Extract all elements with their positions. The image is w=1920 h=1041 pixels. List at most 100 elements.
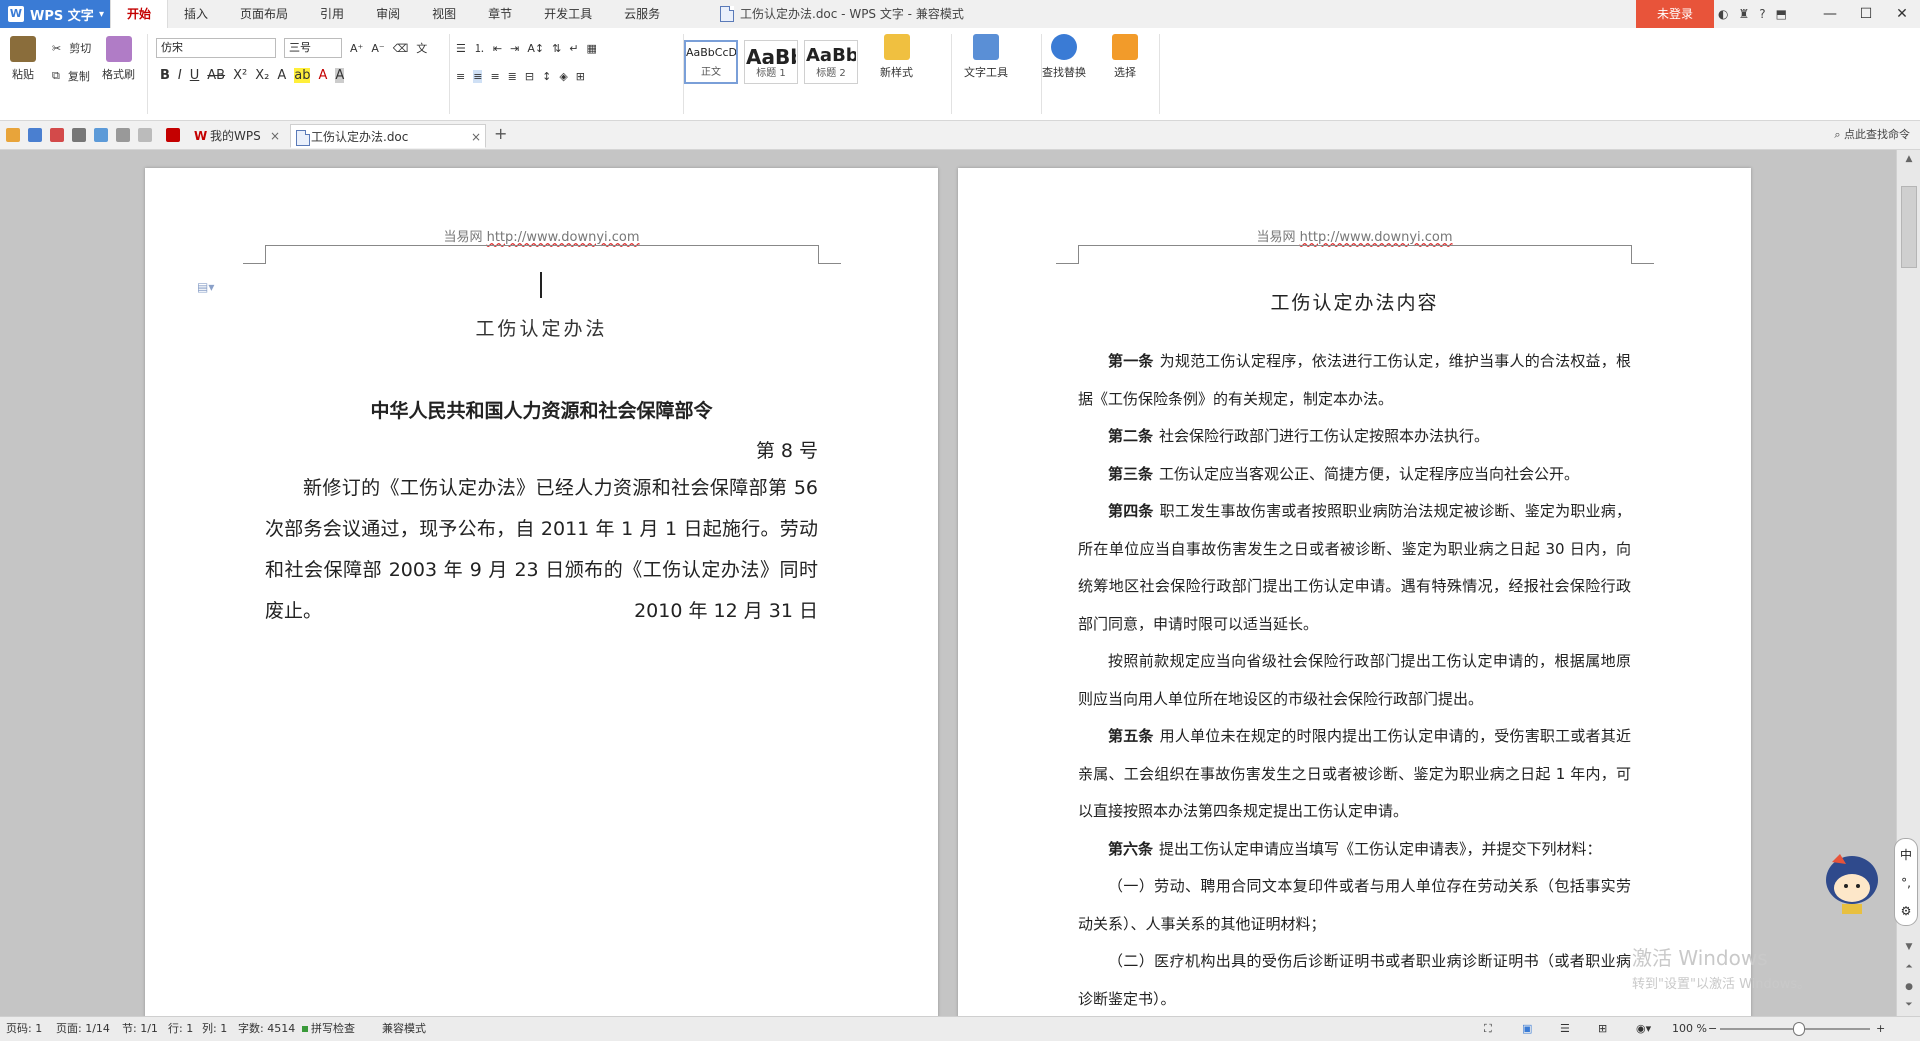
- tab-insert[interactable]: 插入: [168, 0, 224, 28]
- redo-icon[interactable]: [138, 128, 152, 142]
- paste-button[interactable]: 粘贴: [10, 36, 36, 82]
- full-screen-icon[interactable]: ⛶: [1484, 1017, 1492, 1041]
- text-direction-icon[interactable]: A↕: [527, 42, 544, 55]
- subscript-icon[interactable]: X₂: [255, 68, 269, 83]
- copy-button[interactable]: ⧉ 复制: [52, 68, 90, 84]
- decrease-indent-icon[interactable]: ⇤: [493, 42, 502, 55]
- tab-review[interactable]: 审阅: [360, 0, 416, 28]
- close-tab-icon[interactable]: ×: [471, 125, 481, 149]
- tab-developer[interactable]: 开发工具: [528, 0, 608, 28]
- font-name-select[interactable]: 仿宋: [156, 38, 276, 58]
- tab-references[interactable]: 引用: [304, 0, 360, 28]
- tab-my-wps[interactable]: W 我的WPS ×: [190, 124, 284, 148]
- document-workspace[interactable]: 当易网 http://www.downyi.com ▤▾ 工伤认定办法 中华人民…: [0, 150, 1896, 1016]
- char-shading-icon[interactable]: A: [335, 68, 345, 83]
- help-icon[interactable]: ?: [1759, 7, 1765, 21]
- new-tab-icon[interactable]: +: [494, 124, 507, 143]
- borders-icon[interactable]: ⊞: [576, 70, 585, 83]
- browse-object-icon[interactable]: ●: [1897, 978, 1920, 996]
- save-icon[interactable]: [28, 128, 42, 142]
- export-pdf-icon[interactable]: [50, 128, 64, 142]
- tab-chapter[interactable]: 章节: [472, 0, 528, 28]
- style-normal[interactable]: AaBbCcDd 正文: [684, 40, 738, 84]
- zoom-level[interactable]: 100 %: [1672, 1017, 1707, 1041]
- table-border-icon[interactable]: ▦: [587, 42, 597, 55]
- tab-document[interactable]: 工伤认定办法.doc ×: [290, 124, 486, 148]
- sort-icon[interactable]: ⇅: [552, 42, 561, 55]
- align-center-icon[interactable]: ≡: [473, 70, 483, 83]
- style-heading-1[interactable]: AaBb 标题 1: [744, 40, 798, 84]
- scroll-thumb[interactable]: [1901, 186, 1917, 268]
- format-painter-button[interactable]: 格式刷: [102, 36, 135, 82]
- shrink-font-icon[interactable]: A⁻: [371, 42, 384, 55]
- distribute-icon[interactable]: ⊟: [525, 70, 534, 83]
- login-button[interactable]: 未登录: [1636, 0, 1714, 28]
- prev-page-icon[interactable]: ⏶: [1897, 958, 1920, 976]
- select-button[interactable]: 选择: [1112, 34, 1138, 80]
- zoom-out-icon[interactable]: −: [1708, 1017, 1717, 1041]
- highlight-icon[interactable]: ab: [294, 68, 311, 83]
- style-heading-2[interactable]: AaBb( 标题 2: [804, 40, 858, 84]
- app-menu-button[interactable]: W WPS 文字 ▾: [0, 0, 110, 28]
- tab-page-layout[interactable]: 页面布局: [224, 0, 304, 28]
- minimize-icon[interactable]: —: [1812, 0, 1848, 28]
- page-1[interactable]: 当易网 http://www.downyi.com ▤▾ 工伤认定办法 中华人民…: [145, 168, 938, 1016]
- close-tab-icon[interactable]: ×: [270, 124, 280, 148]
- status-page-code[interactable]: 页码: 1: [6, 1017, 42, 1041]
- line-spacing-icon[interactable]: ↕: [542, 70, 551, 83]
- ime-language[interactable]: 中: [1900, 846, 1912, 863]
- shading-icon[interactable]: ◈: [559, 70, 567, 83]
- eye-protection-icon[interactable]: ◉▾: [1636, 1017, 1651, 1041]
- page-2[interactable]: 当易网 http://www.downyi.com 工伤认定办法内容 第一条 为规…: [958, 168, 1751, 1016]
- undo-icon[interactable]: [116, 128, 130, 142]
- underline-icon[interactable]: U: [190, 68, 200, 83]
- phonetic-icon[interactable]: 文: [416, 40, 427, 56]
- numbered-list-icon[interactable]: ⒈: [474, 40, 485, 56]
- font-size-select[interactable]: 三号: [284, 38, 342, 58]
- status-page[interactable]: 页面: 1/14: [56, 1017, 110, 1041]
- superscript-icon[interactable]: X²: [233, 68, 247, 83]
- zoom-slider-handle[interactable]: [1793, 1022, 1805, 1036]
- tab-home[interactable]: 开始: [110, 0, 169, 28]
- text-tools-button[interactable]: 文字工具: [964, 34, 1008, 80]
- print-preview-icon[interactable]: [94, 128, 108, 142]
- ime-settings-icon[interactable]: ⚙: [1901, 904, 1912, 918]
- text-effect-icon[interactable]: A: [277, 68, 286, 83]
- command-search[interactable]: ⌕ 点此查找命令: [1834, 121, 1910, 149]
- paragraph-menu-icon[interactable]: ▤▾: [197, 280, 214, 294]
- tab-view[interactable]: 视图: [416, 0, 472, 28]
- page-view-icon[interactable]: ▣: [1522, 1017, 1532, 1041]
- skin-icon[interactable]: ◐: [1718, 7, 1728, 21]
- new-style-button[interactable]: 新样式: [880, 34, 913, 80]
- font-color-icon[interactable]: A: [318, 68, 327, 83]
- find-replace-button[interactable]: 查找替换: [1042, 34, 1086, 80]
- shirt-icon[interactable]: ♜: [1738, 7, 1749, 21]
- cut-button[interactable]: ✂ 剪切: [52, 40, 91, 56]
- maximize-icon[interactable]: ☐: [1848, 0, 1884, 28]
- open-icon[interactable]: [6, 128, 20, 142]
- assistant-mascot-icon[interactable]: [1820, 840, 1884, 920]
- print-icon[interactable]: [72, 128, 86, 142]
- status-words[interactable]: 字数: 4514: [238, 1017, 295, 1041]
- align-left-icon[interactable]: ≡: [456, 70, 465, 83]
- tab-cloud[interactable]: 云服务: [608, 0, 676, 28]
- strikethrough-icon[interactable]: AB: [207, 68, 225, 83]
- outline-view-icon[interactable]: ☰: [1560, 1017, 1570, 1041]
- zoom-in-icon[interactable]: +: [1876, 1017, 1885, 1041]
- italic-icon[interactable]: I: [178, 68, 182, 83]
- scroll-up-icon[interactable]: ▲: [1897, 150, 1920, 168]
- ime-toolbar[interactable]: 中 °, ⚙: [1894, 838, 1918, 926]
- increase-indent-icon[interactable]: ⇥: [510, 42, 519, 55]
- restore-ribbon-icon[interactable]: ⬒: [1776, 7, 1787, 21]
- clear-format-icon[interactable]: ⌫: [393, 42, 409, 55]
- customize-toolbar-icon[interactable]: [166, 128, 180, 142]
- ime-punct-icon[interactable]: °,: [1901, 876, 1911, 890]
- close-icon[interactable]: ✕: [1884, 0, 1920, 28]
- justify-icon[interactable]: ≣: [508, 70, 517, 83]
- show-marks-icon[interactable]: ↵: [569, 42, 578, 55]
- scroll-down-icon[interactable]: ▼: [1897, 938, 1920, 956]
- spell-check[interactable]: 拼写检查: [302, 1017, 355, 1041]
- grow-font-icon[interactable]: A⁺: [350, 42, 363, 55]
- align-right-icon[interactable]: ≡: [490, 70, 499, 83]
- next-page-icon[interactable]: ⏷: [1897, 996, 1920, 1014]
